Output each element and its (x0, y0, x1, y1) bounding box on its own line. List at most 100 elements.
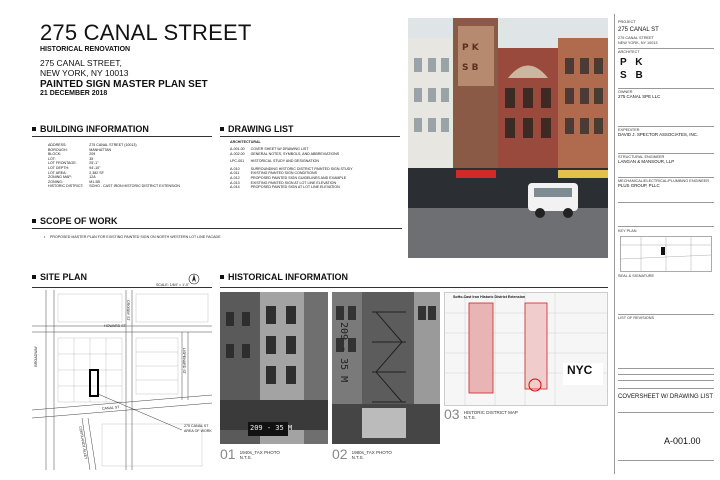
building-info-table: ADDRESS: 275 CANAL STREET (10013) BOROUGH:… (48, 143, 186, 189)
divider (618, 48, 714, 49)
divider (32, 136, 212, 137)
tb-project-addr1: 275 CANAL STREET (618, 36, 654, 40)
caption-number: 02 (332, 446, 348, 462)
logo-letter: B (635, 70, 643, 81)
project-subtitle: HISTORICAL RENOVATION (40, 46, 131, 53)
architect-logo: P K S B (620, 56, 650, 84)
divider (618, 314, 714, 315)
caption-sub: N.T.S. (351, 455, 364, 460)
divider (618, 177, 714, 178)
logo-letter: P (620, 57, 627, 68)
street-label-lispenard: LISPENARD ST (182, 348, 186, 374)
divider (618, 388, 714, 389)
building-info-heading: BUILDING INFORMATION (32, 124, 149, 134)
site-plan-map: HOWARD ST BROADWAY CROSBY ST LISPENARD S… (31, 290, 213, 471)
divider (32, 287, 212, 288)
nyc-logo: NYC (567, 363, 593, 377)
tb-architect-label: ARCHITECT (618, 50, 640, 54)
historic-district-map: SoHo-Cast Iron Historic District Extensi… (444, 292, 608, 406)
tax-photo-1980s: 209 - 35 M (332, 292, 440, 444)
tb-project-name: 275 CANAL ST (618, 27, 659, 33)
historical-heading-text: HISTORICAL INFORMATION (228, 272, 348, 282)
tb-revisions-label: LIST OF REVISIONS (618, 316, 655, 320)
building-key: HISTORIC DISTRICT: (48, 184, 84, 189)
divider (220, 287, 608, 288)
building-value: SOHO - CAST IRON HISTORIC DISTRICT EXTEN… (89, 184, 180, 189)
set-date: 21 DECEMBER 2018 (40, 90, 108, 97)
tax-photo-1940s: 209 - 35 M (220, 292, 328, 444)
caption-sub: N.T.S. (239, 455, 252, 460)
photo1-sign: 209 - 35 M (250, 424, 293, 432)
area-of-work-label: 275 CANAL ST AREA OF WORK (184, 424, 212, 434)
section-bullet-icon (32, 275, 36, 279)
drawing-value: HISTORICAL STUDY AND DESIGNATION (250, 159, 319, 164)
section-bullet-icon (220, 275, 224, 279)
bullet-icon: • (44, 235, 46, 239)
drawing-key: A-014 (230, 185, 240, 190)
table-row: HISTORIC DISTRICT: SOHO - CAST IRON HISTO… (48, 184, 186, 189)
drawing-value: PROPOSED PAINTED SIGN GUIDELINES AND EXA… (250, 175, 347, 180)
scope-item-text: PROPOSED MASTER PLAN FOR EXISTING PAINTE… (50, 235, 222, 239)
street-view-photo: P K S B (408, 18, 608, 258)
divider (618, 126, 714, 127)
drawing-list-group: ARCHITECTURAL (230, 140, 261, 144)
address-line-1: 275 CANAL STREET, (40, 58, 122, 68)
divider (220, 136, 400, 137)
scope-heading: SCOPE OF WORK (32, 216, 118, 226)
street-label-crosby: CROSBY ST (126, 300, 130, 321)
map-title: SoHo-Cast Iron Historic District Extensi… (453, 295, 526, 299)
svg-text:P K: P K (462, 43, 480, 53)
historical-heading: HISTORICAL INFORMATION (220, 272, 348, 282)
set-title: PAINTED SIGN MASTER PLAN SET (40, 79, 208, 90)
svg-text:S B: S B (462, 63, 479, 73)
tb-structural-name: LANGAN & MANSOUR, LLP (618, 159, 675, 164)
caption-3: 03 HISTORIC DISTRICT MAP N.T.S. (444, 406, 518, 422)
area-label-line2: AREA OF WORK (184, 429, 212, 433)
divider (618, 412, 714, 413)
drawing-value: PROPOSED PAINTED SIGN AT LOT LINE ELEVAT… (250, 185, 340, 190)
key-plan (620, 236, 712, 272)
caption-number: 01 (220, 446, 236, 462)
title-block-border (614, 14, 615, 474)
drawing-value: GENERAL NOTES, SYMBOLS, AND ABBREVIATION… (250, 151, 340, 156)
drawing-list-heading-text: DRAWING LIST (228, 124, 294, 134)
tb-sheet-title: COVERSHEET W/ DRAWING LIST (618, 394, 714, 400)
tb-project-addr2: NEW YORK, NY 10013 (618, 41, 658, 45)
tb-project-label: PROJECT (618, 20, 636, 24)
drawing-list-heading: DRAWING LIST (220, 124, 294, 134)
building-info-heading-text: BUILDING INFORMATION (40, 124, 149, 134)
section-bullet-icon (32, 219, 36, 223)
divider (618, 374, 714, 375)
tb-owner-name: 275 CANAL SPE LLC (618, 94, 661, 99)
divider (618, 368, 714, 369)
caption-1: 01 1940s_TAX PHOTO N.T.S. (220, 446, 280, 462)
divider (618, 460, 714, 461)
logo-letter: S (620, 70, 627, 81)
street-label-howard: HOWARD ST (104, 324, 126, 328)
divider (618, 226, 714, 227)
project-address: 275 CANAL STREET, NEW YORK, NY 10013 (40, 58, 129, 78)
street-label-broadway: BROADWAY (34, 346, 38, 367)
divider (618, 202, 714, 203)
section-bullet-icon (32, 127, 36, 131)
address-line-2: NEW YORK, NY 10013 (40, 68, 129, 78)
caption-number: 03 (444, 406, 460, 422)
scope-item: • PROPOSED MASTER PLAN FOR EXISTING PAIN… (44, 235, 240, 240)
tb-mep-name: PLUS GROUP, PLLC (618, 183, 660, 188)
tb-keyplan-label: KEY PLAN (618, 229, 637, 233)
scope-heading-text: SCOPE OF WORK (40, 216, 118, 226)
section-bullet-icon (220, 127, 224, 131)
divider (618, 153, 714, 154)
divider (618, 380, 714, 381)
caption-sub: N.T.S. (463, 415, 476, 420)
divider (618, 88, 714, 89)
caption-2: 02 1980s_TAX PHOTO N.T.S. (332, 446, 392, 462)
divider (32, 228, 402, 229)
site-plan-heading: SITE PLAN (32, 272, 87, 282)
photo2-sign: 209 - 35 M (338, 322, 349, 383)
project-title: 275 CANAL STREET (40, 20, 252, 45)
tb-expediter-name: DAVID J. SPECTOR ASSOCIATES, INC. (618, 132, 699, 137)
site-plan-heading-text: SITE PLAN (40, 272, 88, 282)
drawing-list-table: A-001.00 COVER SHEET W/ DRAWING LIST A-002… (230, 147, 359, 190)
tb-seal-label: SEAL & SIGNATURE (618, 274, 655, 278)
